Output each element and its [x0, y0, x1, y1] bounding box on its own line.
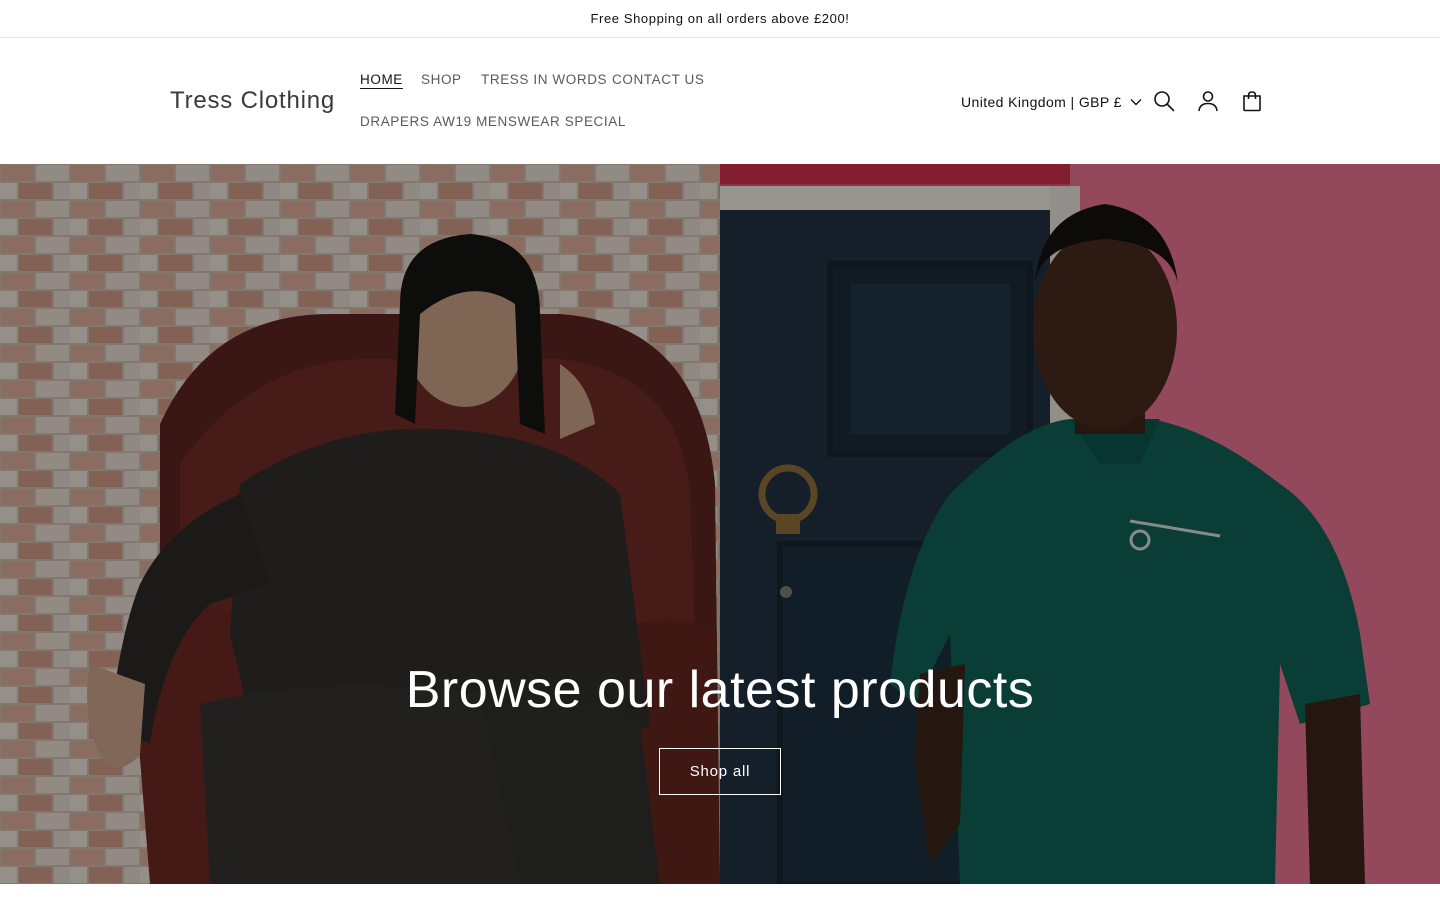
hero-heading: Browse our latest products: [405, 661, 1035, 719]
page-continuation: [0, 884, 1440, 900]
announcement-bar: Free Shopping on all orders above £200!: [0, 0, 1440, 38]
nav-shop[interactable]: SHOP: [421, 72, 462, 87]
store-logo[interactable]: Tress Clothing: [170, 87, 335, 115]
search-icon[interactable]: [1150, 87, 1178, 115]
country-selector-label: United Kingdom | GBP £: [961, 94, 1122, 110]
hero-banner: Browse our latest products Shop all: [0, 164, 1440, 884]
nav-home[interactable]: HOME: [360, 72, 403, 87]
nav-drapers-special[interactable]: DRAPERS AW19 MENSWEAR SPECIAL: [360, 114, 626, 129]
site-header: Tress Clothing HOME SHOP TRESS IN WORDS …: [0, 39, 1440, 164]
nav-contact-us[interactable]: CONTACT US: [612, 72, 705, 87]
account-icon[interactable]: [1194, 87, 1222, 115]
chevron-down-icon: [1130, 98, 1142, 106]
country-selector[interactable]: United Kingdom | GBP £: [961, 92, 1142, 112]
nav-tress-in-words[interactable]: TRESS IN WORDS: [481, 72, 607, 87]
cart-icon[interactable]: [1238, 87, 1266, 115]
announcement-text: Free Shopping on all orders above £200!: [590, 11, 850, 26]
shop-all-button[interactable]: Shop all: [659, 748, 781, 795]
